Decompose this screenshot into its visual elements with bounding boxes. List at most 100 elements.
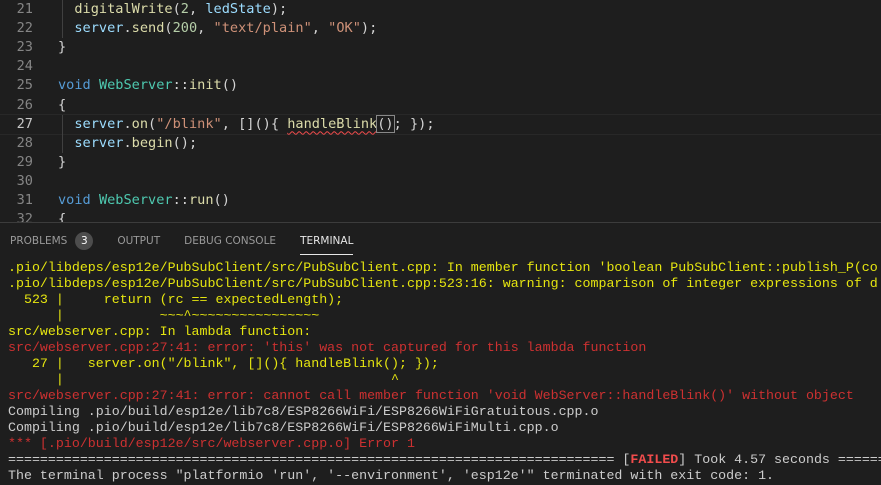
- line-number: 28: [16, 134, 33, 151]
- code-line[interactable]: 29}: [0, 153, 881, 172]
- code-text: server.on("/blink", [](){ handleBlink();…: [58, 114, 435, 134]
- code-text: digitalWrite(2, ledState);: [58, 0, 287, 19]
- code-line[interactable]: 25 void WebServer::init(): [0, 76, 881, 95]
- terminal-line: 27 | server.on("/blink", [](){ handleBli…: [8, 356, 881, 372]
- tab-problems[interactable]: PROBLEMS 3: [10, 223, 94, 259]
- terminal-text: | ~~~^~~~~~~~~~~~~~~~~: [8, 308, 320, 323]
- code-text: server.begin();: [58, 134, 197, 153]
- code-token: }: [58, 39, 67, 56]
- code-token: );: [360, 20, 378, 37]
- terminal-text: src/webserver.cpp:27:41: error: 'this' w…: [8, 340, 647, 355]
- code-token: ledState: [205, 1, 271, 17]
- code-token: handleBlink: [287, 115, 378, 132]
- code-token: (: [172, 1, 181, 17]
- code-line[interactable]: 28 server.begin();: [0, 134, 881, 153]
- code-line[interactable]: 26 {: [0, 96, 881, 115]
- terminal-text: .pio/libdeps/esp12e/PubSubClient/src/Pub…: [8, 260, 878, 275]
- code-line[interactable]: 23}: [0, 38, 881, 57]
- terminal-text: src/webserver.cpp: In lambda function:: [8, 324, 312, 339]
- code-token: void: [58, 77, 91, 94]
- problems-count-badge: 3: [75, 232, 94, 250]
- tab-output[interactable]: OUTPUT: [117, 223, 160, 259]
- code-token: {: [58, 96, 67, 113]
- code-text: void WebServer::run(): [58, 191, 230, 210]
- line-number: 29: [16, 153, 33, 170]
- code-token: (): [213, 192, 230, 208]
- code-token: ,: [197, 20, 214, 37]
- code-token: "text/plain": [213, 20, 312, 37]
- terminal-text: *** [.pio/build/esp12e/src/webserver.cpp…: [8, 436, 415, 451]
- code-token: "/blink": [156, 115, 222, 132]
- code-text: {: [58, 96, 66, 115]
- code-line[interactable]: 32 {: [0, 210, 881, 222]
- terminal-text: Compiling .pio/build/esp12e/lib7c8/ESP82…: [8, 420, 559, 435]
- line-number: 27: [16, 115, 33, 132]
- terminal-text: 27 | server.on("/blink", [](){ handleBli…: [8, 356, 439, 371]
- code-line[interactable]: 27 server.on("/blink", [](){ handleBlink…: [0, 113, 881, 135]
- terminal-text: 523 | return (rc == expectedLength);: [8, 292, 344, 307]
- terminal-line: src/webserver.cpp:27:41: error: 'this' w…: [8, 340, 881, 356]
- code-line[interactable]: 24: [0, 57, 881, 76]
- line-number: 24: [16, 58, 33, 75]
- code-token: "OK": [328, 20, 361, 37]
- code-token: }: [58, 153, 67, 170]
- code-editor[interactable]: 21 digitalWrite(2, ledState); 22 server.s…: [0, 0, 881, 222]
- terminal-text: The terminal process "platformio 'run', …: [8, 468, 775, 483]
- terminal-text: ========================================…: [8, 452, 631, 467]
- code-token: ();: [172, 134, 198, 151]
- tab-label: OUTPUT: [117, 235, 161, 247]
- line-number: 21: [16, 1, 33, 17]
- code-line[interactable]: 30: [0, 172, 881, 191]
- code-line[interactable]: 31 void WebServer::run(): [0, 191, 881, 210]
- terminal-line: *** [.pio/build/esp12e/src/webserver.cpp…: [8, 436, 881, 452]
- terminal-text: src/webserver.cpp:27:41: error: cannot c…: [8, 388, 854, 403]
- code-token: (: [164, 20, 173, 37]
- code-token: 200: [172, 20, 198, 37]
- indent-guide: [62, 0, 63, 39]
- tab-debug-console[interactable]: DEBUG CONSOLE: [184, 223, 276, 259]
- line-number: 30: [16, 172, 33, 189]
- code-token: (): [376, 114, 395, 133]
- terminal-line: .pio/libdeps/esp12e/PubSubClient/src/Pub…: [8, 276, 881, 292]
- code-text: }: [58, 153, 66, 172]
- code-text: void WebServer::init(): [58, 76, 238, 95]
- code-token: void: [58, 192, 91, 208]
- terminal-output[interactable]: .pio/libdeps/esp12e/PubSubClient/src/Pub…: [8, 260, 881, 484]
- line-number: 26: [16, 96, 33, 113]
- tab-terminal[interactable]: TERMINAL: [300, 223, 354, 259]
- code-text: {: [58, 210, 66, 222]
- code-text: }: [58, 38, 66, 57]
- terminal-line: | ^: [8, 372, 881, 388]
- terminal-text: ] Took 4.57 seconds =========: [678, 452, 881, 467]
- code-token: server: [74, 115, 124, 132]
- line-number: 23: [16, 39, 33, 56]
- tab-label: TERMINAL: [300, 235, 354, 247]
- code-token: server: [74, 20, 124, 37]
- terminal-line: 523 | return (rc == expectedLength);: [8, 292, 881, 308]
- tab-label: DEBUG CONSOLE: [184, 235, 277, 247]
- code-line[interactable]: 21 digitalWrite(2, ledState);: [0, 0, 881, 19]
- indent-guide: [62, 114, 63, 153]
- terminal-text: Compiling .pio/build/esp12e/lib7c8/ESP82…: [8, 404, 599, 419]
- code-line[interactable]: 22 server.send(200, "text/plain", "OK");: [0, 19, 881, 38]
- terminal-line: src/webserver.cpp: In lambda function:: [8, 324, 881, 340]
- terminal-line: The terminal process "platformio 'run', …: [8, 468, 881, 484]
- terminal-line: ========================================…: [8, 452, 881, 468]
- code-token: init: [188, 77, 222, 94]
- failed-status: FAILED: [630, 452, 679, 467]
- code-token: ,: [188, 1, 206, 17]
- code-token: send: [131, 20, 165, 37]
- terminal-line: src/webserver.cpp:27:41: error: cannot c…: [8, 388, 881, 404]
- code-token: (: [148, 115, 157, 132]
- code-token: 2: [180, 1, 189, 17]
- terminal-text: .pio/libdeps/esp12e/PubSubClient/src/Pub…: [8, 276, 878, 291]
- code-token: );: [270, 1, 288, 17]
- code-token: begin: [131, 134, 173, 151]
- code-token: (): [221, 77, 239, 94]
